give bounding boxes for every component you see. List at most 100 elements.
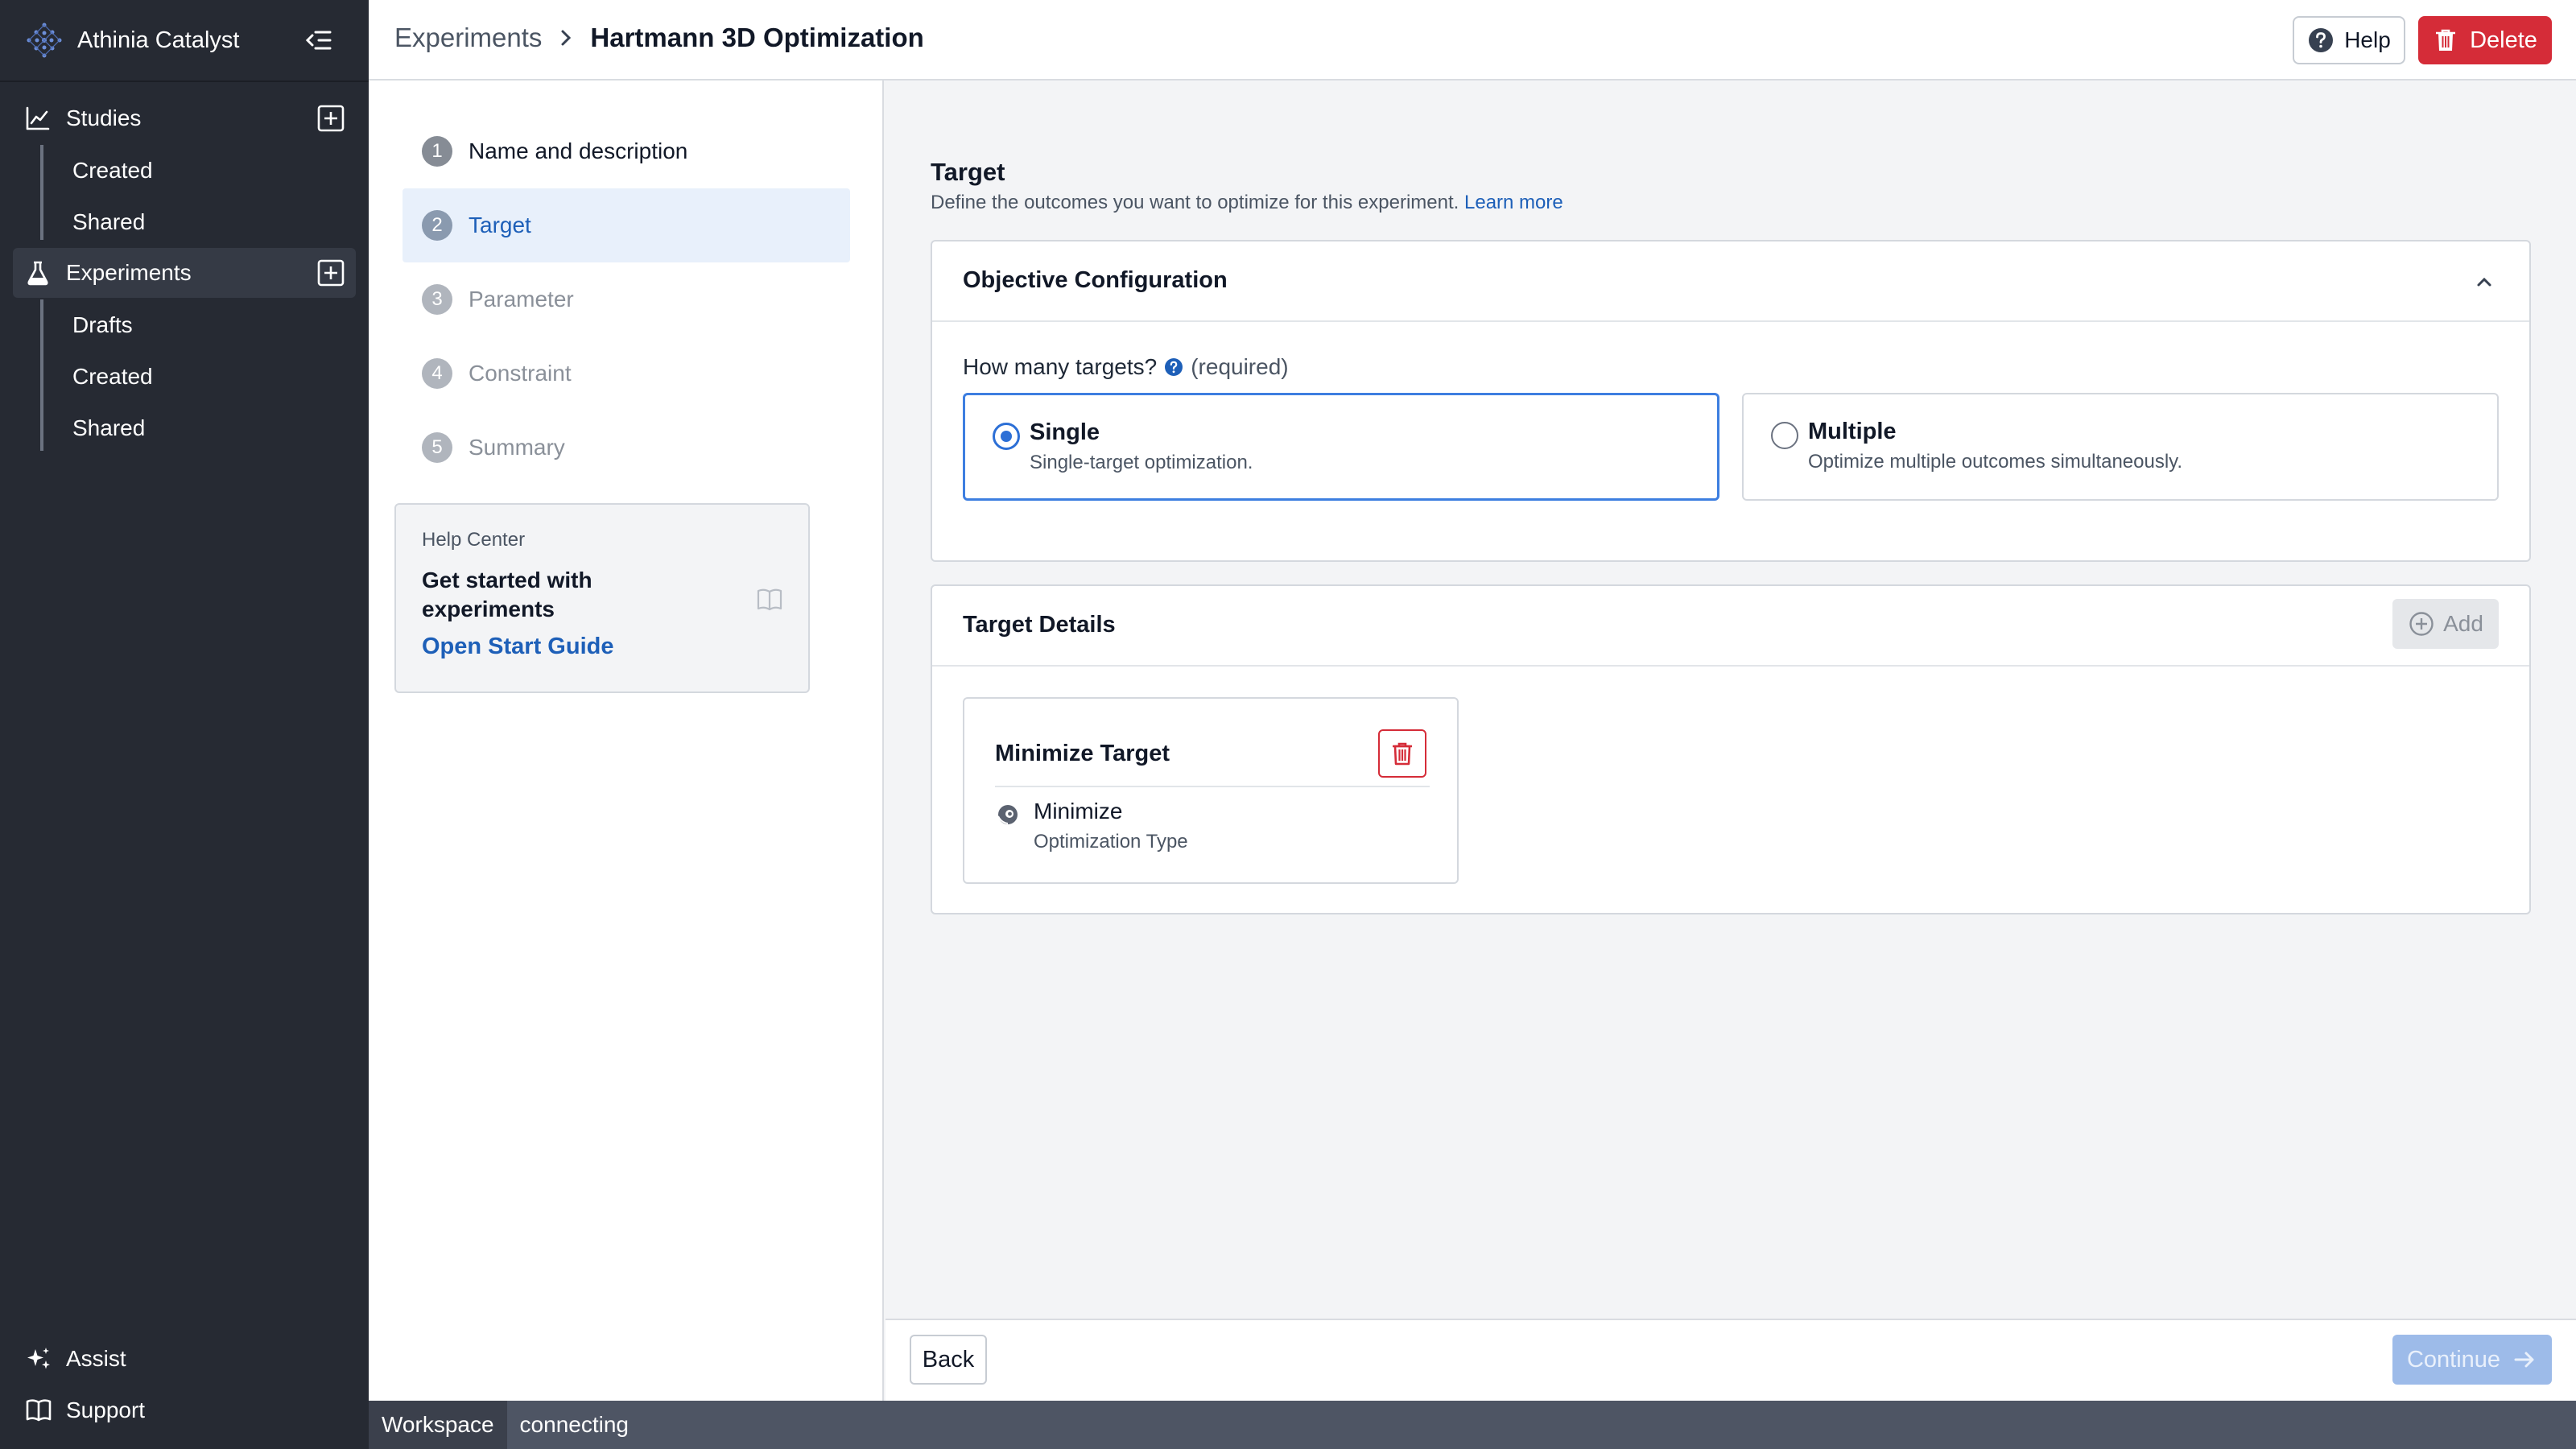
brand-divider: [0, 80, 369, 82]
step-number: 5: [422, 432, 452, 463]
learn-more-link[interactable]: Learn more: [1464, 192, 1563, 213]
assist-label: Assist: [66, 1346, 126, 1371]
add-experiment-icon[interactable]: [317, 259, 345, 287]
question-icon: [2309, 28, 2334, 52]
workspace-label[interactable]: Workspace: [369, 1401, 507, 1449]
main-content: Target Define the outcomes you want to o…: [886, 80, 2576, 1319]
step-summary[interactable]: 5 Summary: [402, 411, 850, 485]
sidebar-item-experiments[interactable]: Experiments: [13, 248, 356, 298]
target-item-divider: [995, 786, 1430, 787]
step-label: Summary: [469, 435, 565, 460]
help-center-eyebrow: Help Center: [422, 529, 526, 551]
sidebar-item-experiments-created[interactable]: Created: [72, 361, 153, 393]
objective-configuration-header[interactable]: Objective Configuration: [932, 242, 2529, 322]
sidebar-item-studies-shared[interactable]: Shared: [72, 206, 145, 238]
back-button[interactable]: Back: [910, 1335, 987, 1385]
trash-icon: [1393, 742, 1412, 766]
brand[interactable]: Athinia Catalyst: [24, 19, 240, 61]
sparkle-icon: [27, 1348, 50, 1369]
step-label: Constraint: [469, 361, 572, 386]
app-name: Athinia Catalyst: [77, 27, 240, 53]
connection-status: connecting: [519, 1412, 629, 1437]
sidebar-item-studies[interactable]: Studies: [13, 93, 356, 143]
support-link[interactable]: Support: [24, 1393, 145, 1428]
help-center-card: Help Center Get started with experiments…: [394, 503, 810, 693]
chevron-up-icon[interactable]: [2471, 269, 2497, 295]
chevron-right-icon: [561, 30, 572, 46]
required-indicator: (required): [1191, 354, 1289, 379]
book-icon: [757, 588, 782, 611]
step-label: Parameter: [469, 287, 574, 312]
option-multiple[interactable]: Multiple Optimize multiple outcomes simu…: [1742, 393, 2499, 501]
targets-question: How many targets? (required): [963, 354, 1289, 380]
objective-configuration-card: Objective Configuration How many targets…: [931, 240, 2531, 562]
open-start-guide-link[interactable]: Open Start Guide: [422, 634, 782, 660]
section-title: Target: [931, 158, 1005, 186]
sidebar: Athinia Catalyst Studies Created Shared …: [0, 0, 369, 1449]
target-optimization-label: Optimization Type: [1034, 831, 1188, 852]
sidebar-item-experiments-drafts[interactable]: Drafts: [72, 309, 133, 341]
add-label: Add: [2443, 611, 2483, 636]
minimize-spiral-icon: [997, 805, 1018, 824]
add-study-icon[interactable]: [317, 105, 345, 132]
section-subtitle: Define the outcomes you want to optimize…: [931, 192, 1563, 214]
option-single[interactable]: Single Single-target optimization.: [963, 393, 1719, 501]
step-number: 4: [422, 358, 452, 389]
step-number: 3: [422, 284, 452, 315]
targets-question-text: How many targets?: [963, 354, 1158, 379]
assist-link[interactable]: Assist: [24, 1341, 126, 1377]
steps-panel: 1 Name and description 2 Target 3 Parame…: [369, 80, 884, 1401]
support-label: Support: [66, 1397, 146, 1422]
sidebar-item-studies-created[interactable]: Created: [72, 155, 153, 187]
step-parameter[interactable]: 3 Parameter: [402, 262, 850, 336]
target-item: Minimize Target Minimize Optimization Ty…: [963, 697, 1459, 884]
step-number: 2: [422, 210, 452, 241]
single-radio[interactable]: [993, 423, 1020, 450]
step-label: Name and description: [469, 138, 688, 163]
continue-button[interactable]: Continue: [2392, 1335, 2552, 1385]
option-description: Single-target optimization.: [1030, 452, 1253, 473]
help-label: Help: [2344, 27, 2391, 52]
flask-icon: [27, 261, 48, 286]
breadcrumb-experiments[interactable]: Experiments: [394, 23, 542, 53]
arrow-right-icon: [2514, 1352, 2534, 1368]
objective-configuration-title: Objective Configuration: [963, 267, 1228, 293]
logo-icon: [27, 23, 62, 58]
sidebar-item-experiments-shared[interactable]: Shared: [72, 412, 145, 444]
breadcrumb: Experiments Hartmann 3D Optimization: [394, 23, 924, 53]
option-description: Optimize multiple outcomes simultaneousl…: [1808, 451, 2183, 473]
page-title: Hartmann 3D Optimization: [590, 23, 924, 52]
experiments-subnav-line: [40, 299, 43, 451]
target-details-card: Target Details Add Minimize Target Minim…: [931, 584, 2531, 914]
target-optimization-value: Minimize: [1034, 799, 1123, 824]
help-button[interactable]: Help: [2293, 16, 2405, 64]
step-target[interactable]: 2 Target: [402, 188, 850, 262]
collapse-sidebar-icon[interactable]: [303, 24, 335, 56]
continue-label: Continue: [2406, 1346, 2501, 1373]
delete-target-button[interactable]: [1378, 729, 1426, 778]
help-center-title: Get started with experiments: [422, 568, 592, 621]
option-title: Multiple: [1808, 419, 1897, 444]
plus-circle-icon: [2409, 612, 2434, 636]
target-item-title: Minimize Target: [995, 741, 1170, 766]
delete-button[interactable]: Delete: [2418, 16, 2552, 64]
sidebar-item-label: Studies: [66, 105, 142, 130]
studies-subnav-line: [40, 145, 43, 240]
book-icon: [26, 1399, 52, 1422]
question-icon[interactable]: [1163, 357, 1184, 378]
status-bar: Workspace connecting: [369, 1401, 2576, 1449]
step-label: Target: [469, 213, 531, 237]
header: Experiments Hartmann 3D Optimization Hel…: [369, 0, 2576, 80]
add-target-button[interactable]: Add: [2392, 599, 2499, 649]
option-title: Single: [1030, 419, 1100, 445]
sidebar-item-label: Experiments: [66, 260, 192, 285]
target-details-title: Target Details: [963, 612, 1116, 638]
wizard-footer: Back Continue: [886, 1319, 2576, 1401]
multiple-radio[interactable]: [1771, 422, 1798, 449]
step-name-and-description[interactable]: 1 Name and description: [402, 114, 850, 188]
chart-icon: [26, 106, 50, 130]
step-number: 1: [422, 136, 452, 167]
delete-label: Delete: [2470, 27, 2537, 53]
step-constraint[interactable]: 4 Constraint: [402, 336, 850, 411]
section-subtitle-text: Define the outcomes you want to optimize…: [931, 192, 1459, 213]
